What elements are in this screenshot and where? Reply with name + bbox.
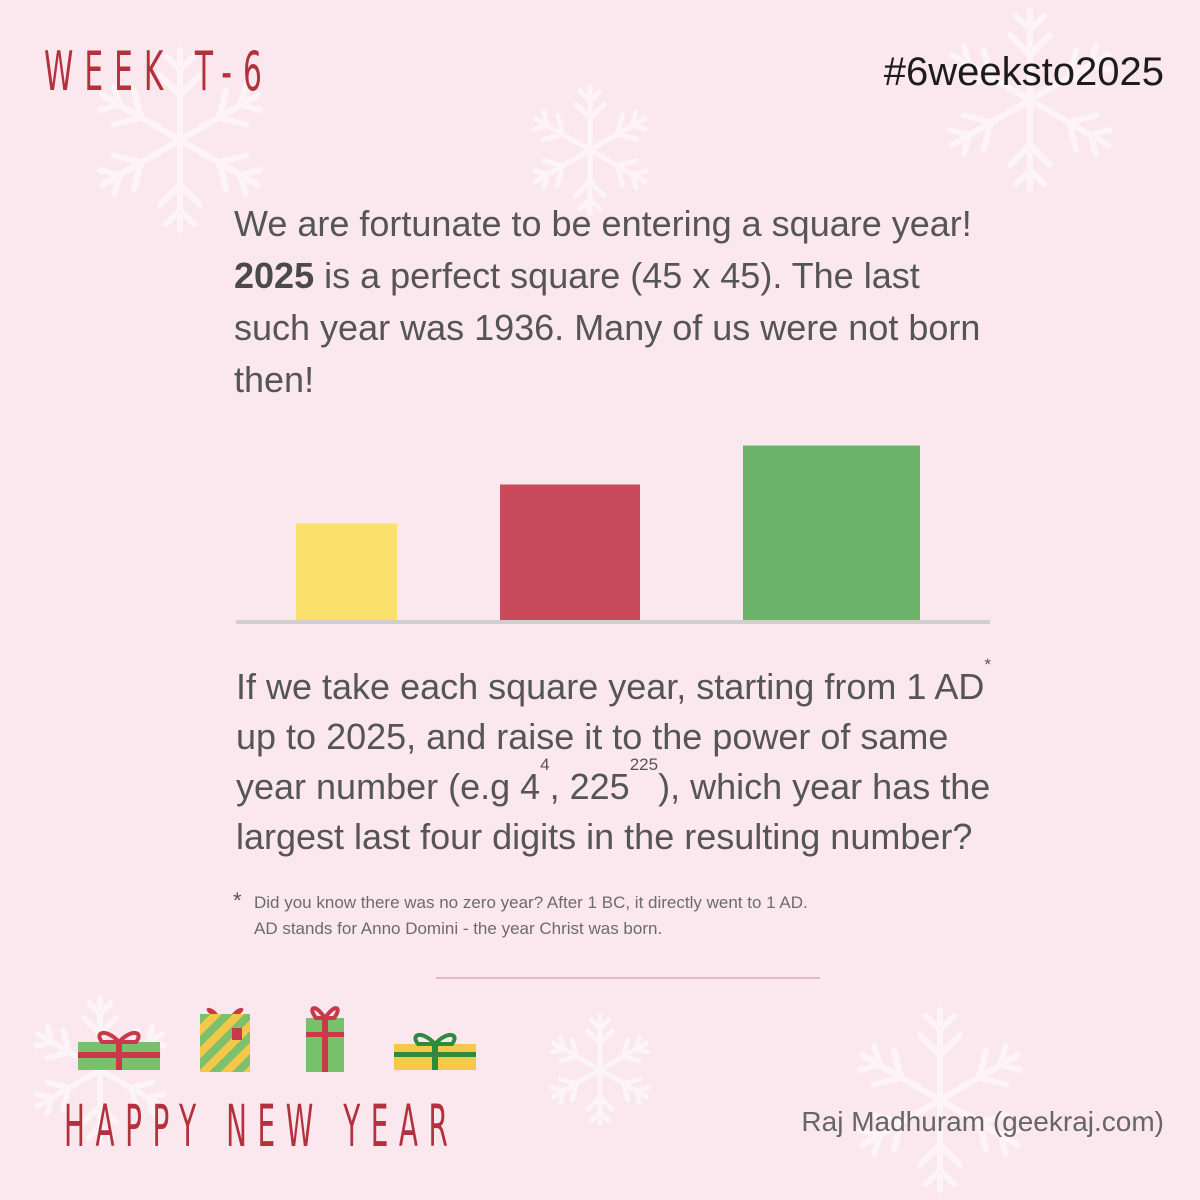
gift-box-icon (78, 1031, 160, 1070)
footnote-marker: * (984, 655, 991, 674)
footnote-line-1: Did you know there was no zero year? Aft… (254, 893, 808, 912)
question-paragraph: If we take each square year, starting fr… (236, 656, 1036, 862)
exponent-4: 4 (540, 755, 550, 774)
bar-2 (500, 484, 640, 621)
bar-3 (743, 445, 920, 621)
author-credit: Raj Madhuram (geekraj.com) (801, 1106, 1164, 1137)
bar-1 (296, 523, 397, 621)
question-line-4: largest last four digits in the resultin… (236, 816, 973, 857)
footnote: Did you know there was no zero year? Aft… (254, 890, 808, 942)
gift-box-icon (394, 1033, 476, 1070)
gift-box-icon (200, 1007, 250, 1072)
footnote-line-2: AD stands for Anno Domini - the year Chr… (254, 919, 663, 938)
bar-chart (236, 445, 990, 624)
question-line-3c: ), which year has the (658, 766, 991, 807)
question-line-3b: , 225 (549, 766, 630, 807)
question-line-1: If we take each square year, starting fr… (236, 666, 985, 707)
gift-box-icon (306, 1006, 344, 1072)
snowflake-icon (540, 1010, 660, 1130)
happy-new-year-text: HAPPY NEW YEAR (64, 1092, 459, 1160)
exponent-225: 225 (629, 755, 659, 774)
footnote-star: * (233, 888, 242, 913)
divider (436, 977, 820, 979)
snowflake-icon (840, 1000, 1040, 1200)
question-line-3a: year number (e.g 4 (236, 766, 541, 807)
